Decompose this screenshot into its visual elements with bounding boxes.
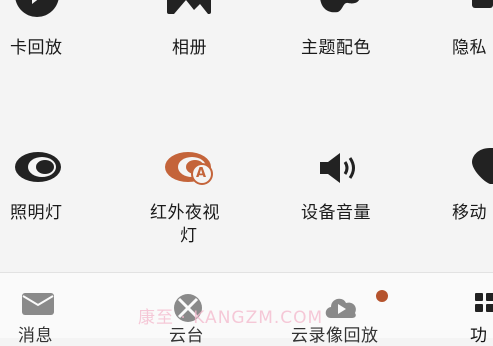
album-label: 相册 — [172, 38, 207, 58]
eye-icon — [15, 152, 61, 182]
ir-night-light-label-line1: 红外夜视 — [150, 203, 220, 223]
palette-icon — [320, 0, 359, 13]
motion-label: 移动 — [452, 203, 487, 223]
card-playback-label: 卡回放 — [10, 38, 63, 58]
tab-functions[interactable]: 功 — [460, 273, 493, 346]
watermark: 康至 · KANGZM.COM — [138, 308, 324, 328]
envelope-icon — [22, 293, 54, 315]
play-icon — [15, 0, 59, 17]
motion-icon — [472, 148, 493, 184]
ir-icon-letter: A — [196, 166, 207, 181]
image-icon — [167, 0, 211, 14]
volume-icon — [320, 153, 355, 183]
tab-messages[interactable]: 消息 — [0, 273, 110, 346]
theme-color-label: 主题配色 — [301, 38, 371, 58]
grid-icon — [475, 293, 493, 312]
feature-grid: 卡回放 相册 主题配色 隐私 照明灯 A 红外夜视 灯 设备音量 移动 — [0, 0, 493, 272]
tab-functions-label: 功 — [470, 326, 488, 346]
device-volume-label: 设备音量 — [301, 203, 371, 223]
ir-eye-icon — [165, 152, 213, 185]
notification-dot — [376, 290, 388, 302]
privacy-label: 隐私 — [452, 38, 487, 58]
lock-icon — [472, 0, 493, 8]
light-label: 照明灯 — [10, 203, 63, 223]
cloud-play-icon — [325, 298, 356, 318]
ir-night-light-label-line2: 灯 — [180, 226, 198, 246]
tab-messages-label: 消息 — [18, 326, 53, 346]
